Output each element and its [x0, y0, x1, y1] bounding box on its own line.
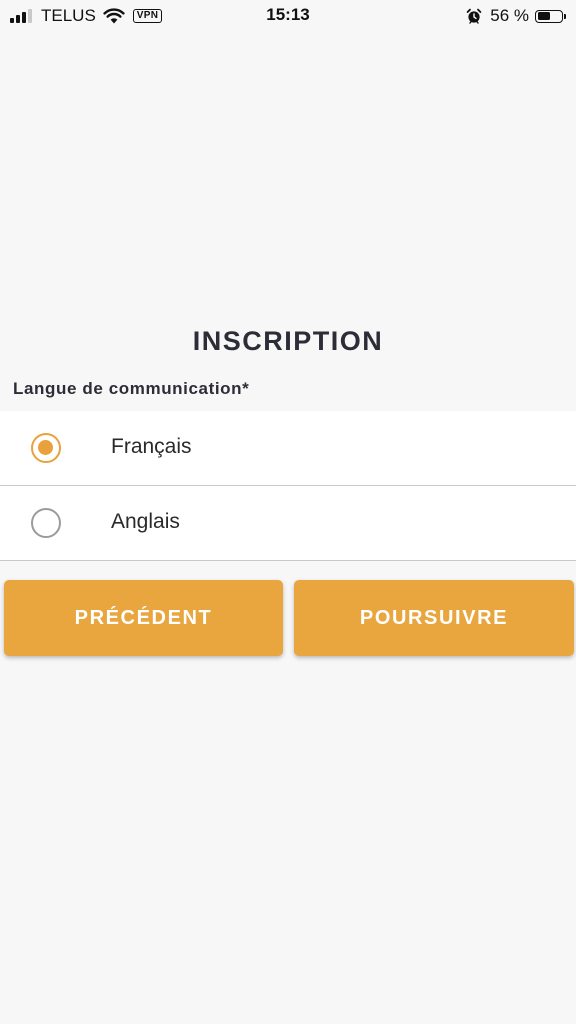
status-bar: TELUS VPN 15:13 56 %	[0, 0, 576, 32]
battery-percent: 56 %	[490, 6, 529, 25]
battery-level	[537, 12, 550, 20]
continue-button[interactable]: POURSUIVRE	[294, 580, 574, 656]
status-bar-right: 56 %	[466, 4, 566, 28]
language-option-anglais[interactable]: Anglais	[0, 486, 576, 561]
radio-dot	[38, 440, 53, 455]
battery-nub	[564, 13, 566, 19]
language-options: Français Anglais	[0, 411, 576, 561]
language-section-label: Langue de communication*	[13, 379, 250, 398]
alarm-icon	[466, 8, 482, 24]
radio-button-francais[interactable]	[31, 433, 61, 463]
page-title: INSCRIPTION	[192, 326, 384, 356]
language-option-francais[interactable]: Français	[0, 411, 576, 486]
language-option-label: Anglais	[111, 510, 180, 533]
previous-button[interactable]: PRÉCÉDENT	[4, 580, 283, 656]
battery-icon	[535, 9, 563, 23]
radio-button-anglais[interactable]	[31, 508, 61, 538]
language-option-label: Français	[111, 435, 192, 458]
